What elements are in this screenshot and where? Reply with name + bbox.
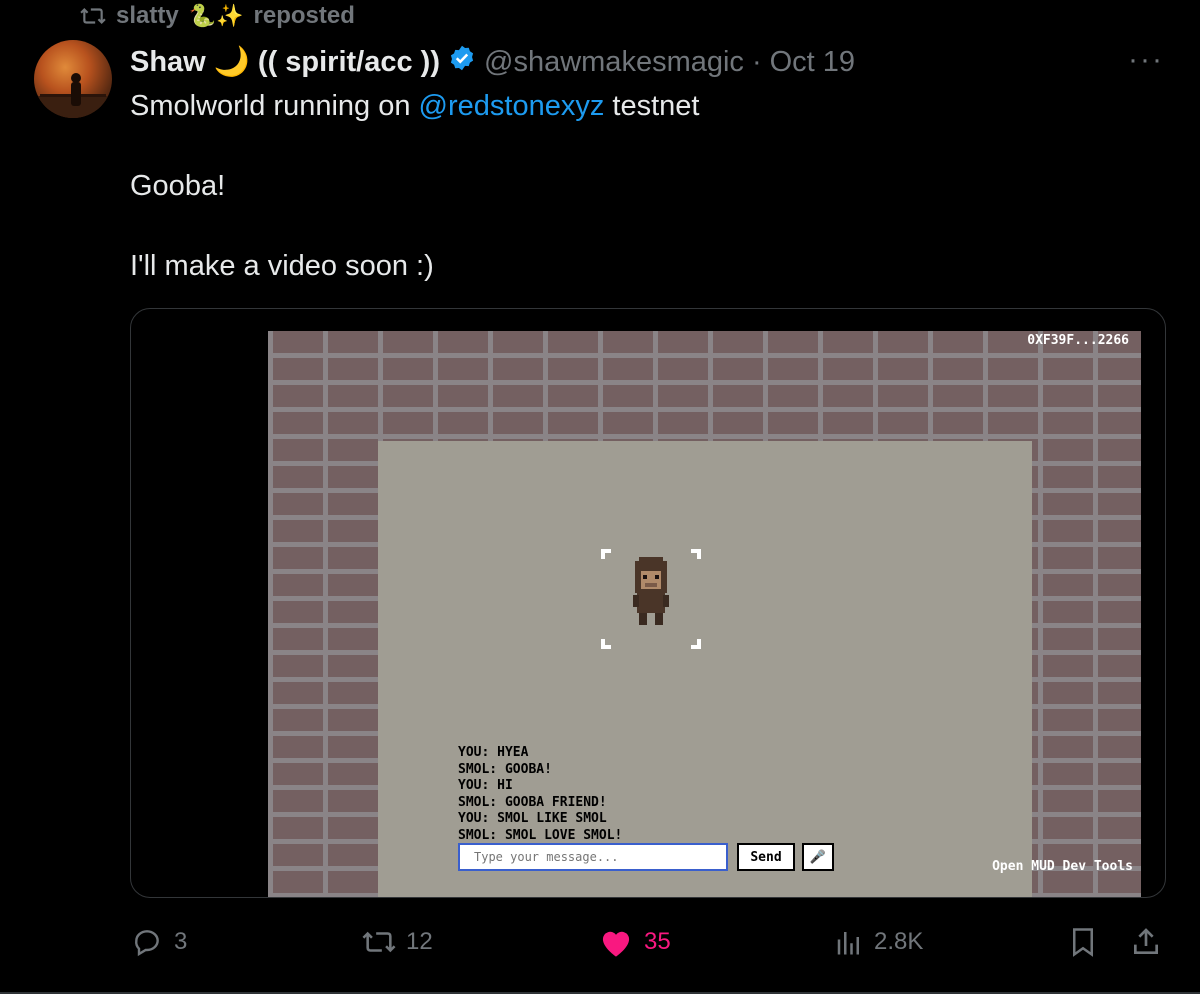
chat-message: YOU: SMOL LIKE SMOL [458, 811, 607, 826]
tweet-line-3: I'll make a video soon :) [130, 250, 434, 282]
more-options-icon[interactable]: ··· [1128, 45, 1164, 75]
tweet-line-2: Gooba! [130, 170, 226, 202]
tweet-header: Shaw 🌙 (( spirit/acc )) @shawmakesmagic … [130, 42, 855, 82]
tweet-text: Smolworld running on @redstonexyz testne… [130, 86, 1160, 286]
repost-icon [80, 5, 106, 27]
author-name-suffix[interactable]: 🌙 (( spirit/acc )) [214, 45, 440, 79]
chat-message-input[interactable] [458, 843, 728, 871]
bookmark-button[interactable] [1068, 922, 1098, 962]
repost-context[interactable]: slatty 🐍✨ reposted [80, 0, 355, 32]
repost-emoji: 🐍✨ [188, 3, 244, 28]
tweet-line-1: Smolworld running on @redstonexyz testne… [130, 86, 1160, 126]
header-separator: · [751, 45, 762, 78]
author-name[interactable]: Shaw [130, 46, 206, 79]
share-button[interactable] [1130, 922, 1162, 962]
reply-count: 3 [174, 928, 188, 955]
open-dev-tools-link[interactable]: Open MUD Dev Tools [992, 859, 1133, 874]
media-video[interactable]: 0XF39F...2266 YOU: HYEA SMOL: GOOBA! YOU… [130, 308, 1166, 898]
views-button[interactable]: 2.8K [834, 922, 923, 962]
repost-count: 12 [406, 928, 433, 955]
tweet-actions: 3 12 35 2.8K [130, 922, 1166, 962]
character-sprite[interactable] [601, 549, 701, 649]
like-count: 35 [644, 928, 671, 955]
reply-icon [130, 926, 164, 958]
avatar[interactable] [34, 40, 112, 118]
game-screen[interactable]: 0XF39F...2266 YOU: HYEA SMOL: GOOBA! YOU… [268, 331, 1141, 897]
like-button[interactable]: 35 [598, 922, 671, 962]
mention-link[interactable]: @redstonexyz [419, 90, 605, 122]
chat-message: SMOL: GOOBA FRIEND! [458, 794, 607, 810]
repost-user[interactable]: slatty [116, 2, 179, 30]
chat-message: YOU: HI [458, 778, 513, 793]
tweet-date[interactable]: Oct 19 [770, 46, 855, 79]
bookmark-icon [1068, 926, 1098, 958]
microphone-icon: 🎤 [809, 849, 827, 864]
tweet-line-1-prefix: Smolworld running on [130, 90, 419, 122]
repost-button[interactable]: 12 [362, 922, 433, 962]
analytics-icon [834, 927, 864, 957]
microphone-button[interactable]: 🎤 [802, 843, 834, 871]
chat-message: YOU: HYEA [458, 745, 529, 760]
tweet-line-1-suffix: testnet [604, 90, 700, 122]
repost-action-icon [362, 927, 396, 957]
chat-log: YOU: HYEA SMOL: GOOBA! YOU: HI SMOL: GOO… [458, 745, 622, 844]
reply-button[interactable]: 3 [130, 922, 187, 962]
view-count: 2.8K [874, 928, 924, 955]
heart-icon [598, 926, 634, 958]
author-handle[interactable]: @shawmakesmagic [484, 46, 744, 79]
share-icon [1130, 926, 1162, 958]
chat-message: SMOL: GOOBA! [458, 761, 552, 777]
repost-label: reposted [253, 2, 355, 29]
wallet-address: 0XF39F...2266 [1027, 333, 1129, 348]
verified-badge-icon [448, 44, 476, 80]
send-button[interactable]: Send [737, 843, 795, 871]
chat-message: SMOL: SMOL LOVE SMOL! [458, 827, 623, 843]
